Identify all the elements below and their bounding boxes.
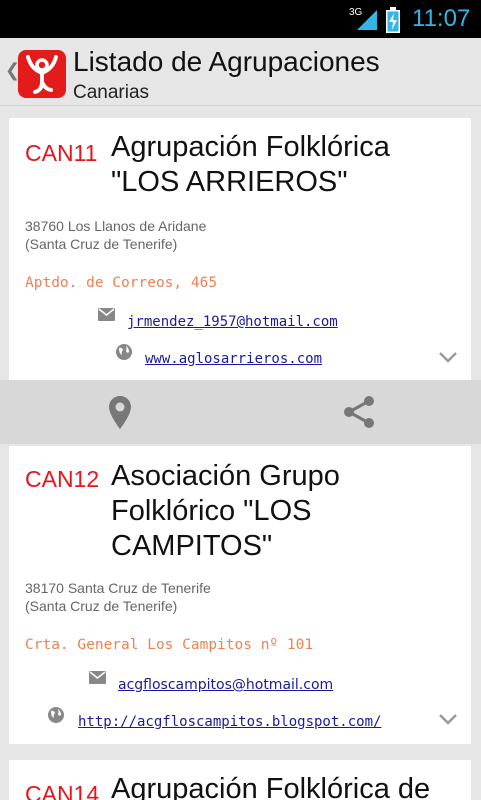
battery-charging-icon <box>386 7 400 33</box>
group-card[interactable]: CAN11 Agrupación Folklórica "LOS ARRIERO… <box>9 118 471 380</box>
postal-address: Aptdo. de Correos, 465 <box>25 275 218 291</box>
signal-icon <box>357 10 377 30</box>
group-name: Asociación Grupo Folklórico "LOS CAMPITO… <box>111 459 340 564</box>
globe-icon <box>48 707 64 723</box>
address-line: 38760 Los Llanos de Aridane <box>25 218 207 234</box>
website-link[interactable]: www.aglosarrieros.com <box>145 351 322 367</box>
action-bar: ❮ Listado de Agrupaciones Canarias <box>0 38 481 106</box>
group-code: CAN12 <box>25 466 100 492</box>
group-name-line: CAMPITOS" <box>111 530 273 562</box>
email-icon <box>98 308 115 321</box>
group-name-line: Asociación Grupo <box>111 460 340 492</box>
map-pin-icon <box>109 395 131 429</box>
map-button[interactable] <box>100 392 140 432</box>
app-logo-icon[interactable] <box>18 50 66 98</box>
clock: 11:07 <box>412 5 471 32</box>
share-icon <box>344 396 374 428</box>
group-name: Agrupación Folklórica "LOS ARRIEROS" <box>111 130 390 200</box>
group-code: CAN11 <box>25 140 98 166</box>
chevron-down-icon[interactable] <box>438 713 458 725</box>
group-name-line: Agrupación Folklórica de <box>111 773 431 800</box>
group-name-line: "LOS ARRIEROS" <box>111 166 348 198</box>
postal-address: Crta. General Los Campitos nº 101 <box>25 637 314 653</box>
group-code: CAN14 <box>25 781 100 800</box>
website-link[interactable]: http://acgfloscampitos.blogspot.com/ <box>78 714 381 730</box>
chevron-down-icon[interactable] <box>438 351 458 363</box>
email-icon <box>89 671 106 684</box>
page-title: Listado de Agrupaciones <box>73 46 380 77</box>
group-name-line: Agrupación Folklórica <box>111 131 390 163</box>
page-subtitle: Canarias <box>73 82 150 103</box>
status-bar: 3G 11:07 <box>0 0 481 38</box>
card-actions <box>0 380 481 444</box>
address-line: (Santa Cruz de Tenerife) <box>25 236 178 252</box>
globe-icon <box>116 344 132 360</box>
group-name: Agrupación Folklórica de <box>111 772 430 800</box>
group-address: 38760 Los Llanos de Aridane (Santa Cruz … <box>25 217 206 253</box>
group-card[interactable]: CAN14 Agrupación Folklórica de <box>9 760 471 800</box>
group-card[interactable]: CAN12 Asociación Grupo Folklórico "LOS C… <box>9 446 471 744</box>
share-button[interactable] <box>339 392 379 432</box>
group-name-line: Folklórico "LOS <box>111 495 312 527</box>
address-line: (Santa Cruz de Tenerife) <box>25 598 178 614</box>
email-link[interactable]: jrmendez_1957@hotmail.com <box>127 314 338 330</box>
email-link[interactable]: acgfloscampitos@hotmail.com <box>118 677 333 693</box>
address-line: 38170 Santa Cruz de Tenerife <box>25 580 211 596</box>
group-address: 38170 Santa Cruz de Tenerife (Santa Cruz… <box>25 579 211 615</box>
